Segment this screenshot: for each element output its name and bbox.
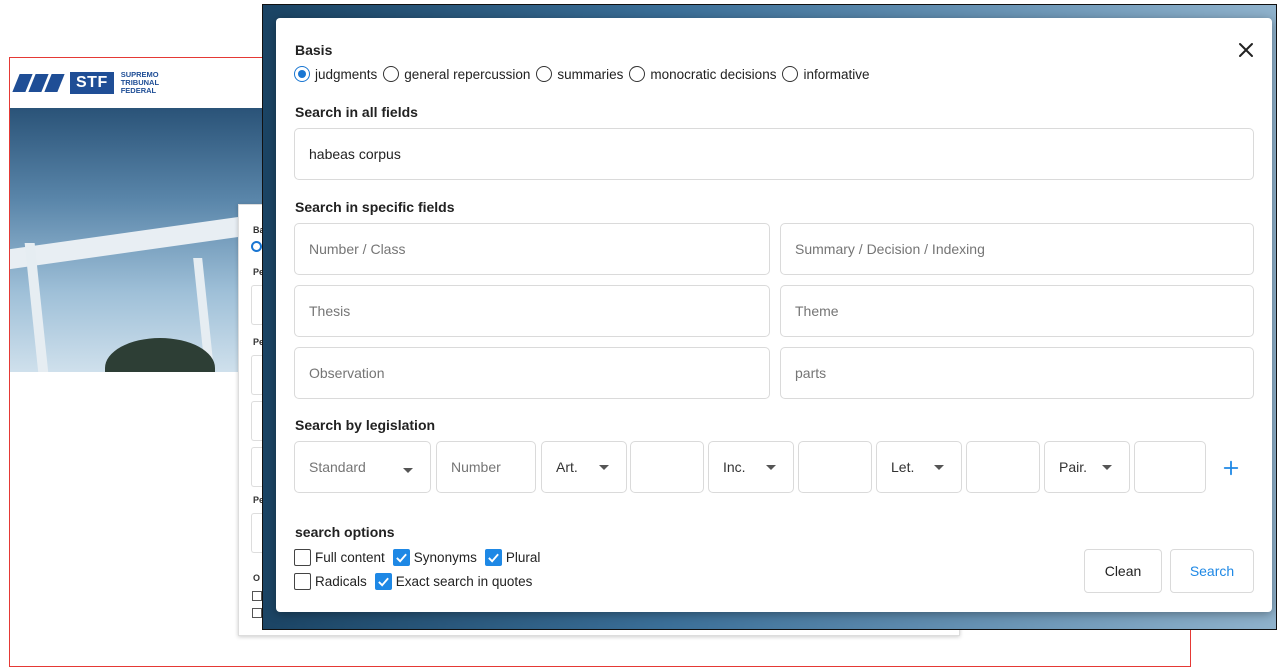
exact-search-in-quotes-checkbox[interactable]: Exact search in quotes: [374, 573, 532, 590]
checkbox-box[interactable]: [392, 549, 410, 566]
all-fields-input[interactable]: habeas corpus: [294, 128, 1254, 180]
radio-circle[interactable]: [383, 66, 400, 82]
art-value-input[interactable]: [630, 441, 704, 493]
radio-monocratic-decisions[interactable]: monocratic decisions: [629, 66, 776, 82]
specific-fields-label: Search in specific fields: [295, 199, 455, 215]
art-select[interactable]: Art.: [541, 441, 627, 493]
chevron-down-icon: [403, 468, 413, 473]
advanced-search-modal: Basis judgments general repercussion sum…: [276, 18, 1272, 612]
add-legislation-button[interactable]: [1221, 458, 1241, 478]
let-value-input[interactable]: [966, 441, 1040, 493]
radio-judgments[interactable]: judgments: [294, 66, 377, 82]
bg-card-checkbox: [252, 591, 262, 601]
close-icon: [1239, 43, 1253, 57]
thesis-input[interactable]: Thesis: [294, 285, 770, 337]
stf-logo-bars-icon: [12, 72, 66, 94]
summary-decision-indexing-input[interactable]: Summary / Decision / Indexing: [780, 223, 1254, 275]
checkbox-box[interactable]: [484, 549, 502, 566]
checkmark-icon: [395, 553, 407, 563]
plural-checkbox[interactable]: Plural: [484, 549, 540, 566]
radio-summaries[interactable]: summaries: [536, 66, 623, 82]
search-options-row-1: Full content Synonyms Plural: [294, 549, 548, 566]
clean-button[interactable]: Clean: [1084, 549, 1162, 593]
checkbox-box[interactable]: [294, 549, 311, 566]
radio-circle[interactable]: [294, 66, 310, 82]
bg-card-label: O: [253, 573, 261, 583]
bg-card-radio: [251, 241, 262, 252]
all-fields-label: Search in all fields: [295, 104, 418, 120]
radio-circle[interactable]: [536, 66, 553, 82]
theme-input[interactable]: Theme: [780, 285, 1254, 337]
checkbox-box[interactable]: [374, 573, 392, 590]
hero-tree: [105, 338, 215, 372]
observation-input[interactable]: Observation: [294, 347, 770, 399]
stf-logo-text: SUPREMO TRIBUNAL FEDERAL: [120, 70, 160, 95]
basis-radio-group: judgments general repercussion summaries…: [294, 66, 875, 82]
search-options-row-2: Radicals Exact search in quotes: [294, 573, 540, 590]
plus-icon: [1223, 460, 1239, 476]
radicals-checkbox[interactable]: Radicals: [294, 573, 367, 590]
chevron-down-icon: [934, 465, 944, 470]
full-content-checkbox[interactable]: Full content: [294, 549, 385, 566]
search-button[interactable]: Search: [1170, 549, 1254, 593]
inc-value-input[interactable]: [798, 441, 872, 493]
let-select[interactable]: Let.: [876, 441, 962, 493]
close-button[interactable]: [1234, 38, 1258, 62]
radio-general-repercussion[interactable]: general repercussion: [383, 66, 530, 82]
number-class-input[interactable]: Number / Class: [294, 223, 770, 275]
stf-logo-abbr: STF: [70, 72, 114, 94]
inc-select[interactable]: Inc.: [708, 441, 794, 493]
site-header: STF SUPREMO TRIBUNAL FEDERAL: [10, 58, 270, 108]
chevron-down-icon: [766, 465, 776, 470]
parts-input[interactable]: parts: [780, 347, 1254, 399]
chevron-down-icon: [599, 465, 609, 470]
radio-informative[interactable]: informative: [782, 66, 869, 82]
standard-select[interactable]: Standard: [294, 441, 431, 493]
radio-circle[interactable]: [782, 66, 799, 82]
checkbox-box[interactable]: [294, 573, 311, 590]
bg-card-checkbox: [252, 608, 262, 618]
checkmark-icon: [377, 577, 389, 587]
search-options-label: search options: [295, 524, 395, 540]
radio-circle[interactable]: [629, 66, 646, 82]
legislation-number-input[interactable]: Number: [436, 441, 536, 493]
basis-label: Basis: [295, 42, 333, 58]
stf-logo[interactable]: STF SUPREMO TRIBUNAL FEDERAL: [12, 70, 160, 95]
chevron-down-icon: [1102, 465, 1112, 470]
legislation-label: Search by legislation: [295, 417, 436, 433]
pair-select[interactable]: Pair.: [1044, 441, 1130, 493]
pair-value-input[interactable]: [1134, 441, 1206, 493]
checkmark-icon: [488, 553, 499, 563]
synonyms-checkbox[interactable]: Synonyms: [392, 549, 477, 566]
